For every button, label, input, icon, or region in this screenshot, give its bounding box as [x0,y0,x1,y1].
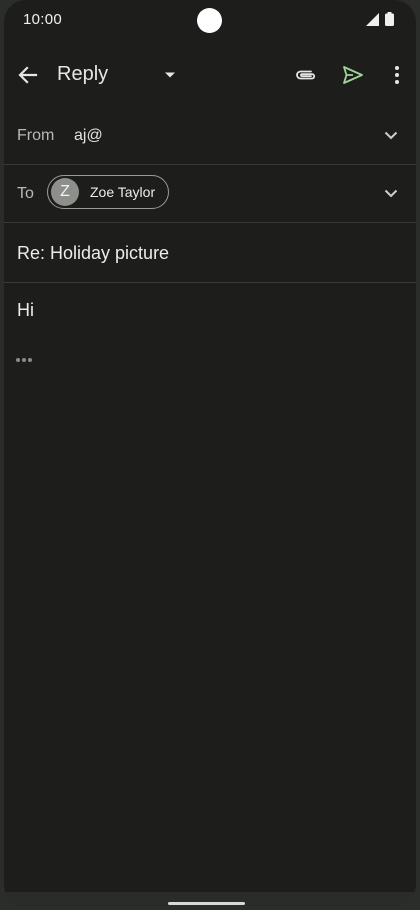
from-value: aj@ [74,127,103,144]
gesture-handle[interactable] [168,902,245,905]
status-bar: 10:00 [4,0,416,40]
page-title: Reply [57,63,109,85]
send-icon [343,66,363,84]
signal-icon [366,12,379,26]
show-quoted-text-button[interactable] [16,358,32,362]
subject-field[interactable]: Re: Holiday picture [17,243,169,264]
back-button[interactable] [8,55,48,95]
app-bar: Reply [4,48,416,104]
screen: 10:00 Reply From aj@ To Z Zoe Taylor Re:… [4,0,416,906]
chevron-down-icon[interactable] [384,131,398,140]
paperclip-icon [296,70,316,80]
reply-type-dropdown[interactable] [150,55,190,95]
subject-row[interactable]: Re: Holiday picture [4,223,416,283]
from-row[interactable]: From aj@ [4,108,416,165]
arrow-back-icon [18,66,38,84]
ellipsis-dot [28,358,32,362]
to-row[interactable]: To Z Zoe Taylor [4,165,416,223]
recipient-chip[interactable]: Z Zoe Taylor [47,175,169,209]
to-label: To [17,185,34,202]
send-button[interactable] [333,55,373,95]
from-label: From [17,127,55,144]
arrow-drop-down-icon [165,72,175,78]
battery-icon [385,12,394,26]
recipient-name: Zoe Taylor [90,184,156,200]
status-time: 10:00 [23,11,63,28]
avatar: Z [51,178,79,206]
device-frame: 10:00 Reply From aj@ To Z Zoe Taylor Re:… [0,0,420,910]
ellipsis-dot [22,358,26,362]
attach-button[interactable] [286,55,326,95]
more-vert-icon [395,66,399,84]
ellipsis-dot [16,358,20,362]
camera-cutout [197,8,222,33]
message-body[interactable]: Hi [17,300,34,321]
more-options-button[interactable] [377,55,416,95]
status-icons [366,12,394,26]
chevron-down-icon[interactable] [384,189,398,198]
